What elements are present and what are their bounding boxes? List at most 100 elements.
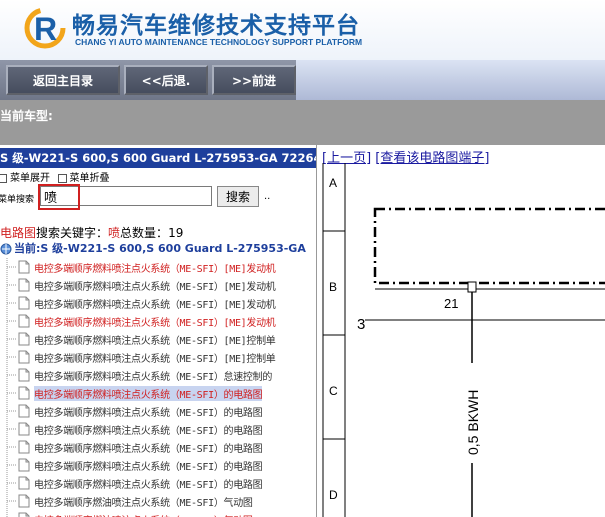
tree-connector — [6, 402, 16, 420]
document-icon — [18, 332, 30, 346]
document-icon — [18, 386, 30, 400]
menu-expand-link[interactable]: 菜单展开 — [10, 173, 50, 184]
row-label-b: B — [329, 280, 337, 294]
tree-connector — [6, 294, 16, 312]
tree-connector — [6, 384, 16, 402]
home-button[interactable]: 返回主目录 — [6, 65, 120, 95]
tree-connector — [6, 312, 16, 330]
tree-root[interactable]: 当前:S 级-W221-S 600,S 600 Guard L-275953-G… — [0, 240, 306, 256]
tree-item-label: 电控多端顺序燃油喷注点火系统（ME-SFI）气动图 — [34, 498, 253, 509]
search-dots: .. — [264, 191, 271, 202]
tree-item-label: 电控多端顺序燃料喷注点火系统（ME-SFI）[ME]控制单 — [34, 354, 276, 365]
tree-connector — [6, 348, 16, 366]
car-model-bar: 当前车型: — [0, 100, 605, 145]
result-mid: 搜索关键字： — [36, 226, 109, 240]
tree-item[interactable]: 电控多端顺序燃料喷注点火系统（ME-SFI）[ME]发动机 — [6, 312, 316, 330]
tree-root-label: 当前:S 级-W221-S 600,S 600 Guard L-275953-G… — [14, 242, 306, 255]
tree-item[interactable]: 电控多端顺序燃料喷注点火系统（ME-SFI）[ME]发动机 — [6, 276, 316, 294]
tree-item[interactable]: 电控多端顺序燃料喷注点火系统（ME-SFI）的电路图 — [6, 402, 316, 420]
document-icon — [18, 458, 30, 472]
tree-connector — [6, 510, 8, 517]
document-icon — [18, 260, 30, 274]
tree-item-label: 电控多端顺序燃料喷注点火系统（ME-SFI）的电路图 — [34, 408, 263, 419]
tree-connector — [6, 456, 16, 474]
nav-bar: 返回主目录 <<后退. >>前进 — [0, 60, 605, 100]
tree-item-label: 电控多端顺序燃料喷注点火系统（ME-SFI）[ME]发动机 — [34, 318, 276, 329]
document-icon — [18, 440, 30, 454]
tree-item-label: 电控多端顺序燃料喷注点火系统（ME-SFI）的电路图 — [34, 462, 263, 473]
document-icon — [18, 512, 30, 517]
logo-icon: R — [24, 7, 66, 49]
tree-connector — [6, 366, 16, 384]
car-model-label: 当前车型: — [0, 109, 53, 123]
tree-item[interactable]: 电控多端顺序燃料喷注点火系统（ME-SFI）[ME]发动机 — [6, 258, 316, 276]
tree-item-label: 电控多端顺序燃料喷注点火系统（ME-SFI）[ME]发动机 — [34, 300, 276, 311]
wire-label: 0,5 BKWH — [465, 390, 481, 455]
nav-bar-fill — [296, 60, 605, 100]
tree-connector — [6, 474, 16, 492]
header: R 畅易汽车维修技术支持平台 CHANG YI AUTO MAINTENANCE… — [0, 0, 605, 60]
tree-item-label: 电控多端顺序燃料喷注点火系统（ME-SFI）的电路图 — [34, 480, 263, 491]
tree-connector — [6, 420, 16, 438]
tree-item[interactable]: 电控多端顺序燃料喷注点火系统（ME-SFI）[ME]控制单 — [6, 330, 316, 348]
tree-item[interactable]: 电控多端顺序燃料喷注点火系统（ME-SFI）的电路图 — [6, 438, 316, 456]
tree-item-label: 电控多端顺序燃料喷注点火系统（ME-SFI）[ME]发动机 — [34, 282, 276, 293]
globe-icon — [0, 243, 12, 255]
vehicle-title: S 级-W221-S 600,S 600 Guard L-275953-GA 7… — [0, 148, 316, 168]
tree-item-label: 电控多端顺序燃料喷注点火系统（ME-SFI）[ME]发动机 — [34, 264, 276, 275]
row-label-d: D — [329, 488, 338, 502]
result-keyword: 喷 — [108, 226, 121, 240]
menu-collapse-link[interactable]: 菜单折叠 — [70, 173, 110, 184]
tree-item[interactable]: 电控多端顺序燃油喷注点火系统（ME-SFI）气动图 — [6, 492, 316, 510]
left-panel: S 级-W221-S 600,S 600 Guard L-275953-GA 7… — [0, 145, 317, 517]
platform-title: 畅易汽车维修技术支持平台 — [72, 13, 360, 39]
result-count: 19 — [168, 226, 184, 240]
tree-item[interactable]: 电控多端顺序燃料喷注点火系统（ME-SFI）[ME]控制单 — [6, 348, 316, 366]
tree-item[interactable]: 电控多端顺序燃料喷注点火系统（ME-SFI）的电路图 — [6, 384, 316, 402]
document-icon — [18, 296, 30, 310]
tree-item-label: 电控多端顺序燃料喷注点火系统（ME-SFI）的电路图 — [34, 426, 263, 437]
tree-item-label: 电控多端顺序燃料喷注点火系统（ME-SFI）的电路图 — [34, 444, 263, 455]
tree-item-label: 电控多端顺序燃料喷注点火系统（ME-SFI）怠速控制的 — [34, 372, 273, 383]
document-icon — [18, 404, 30, 418]
pin-number: 21 — [444, 296, 458, 311]
platform-subtitle: CHANG YI AUTO MAINTENANCE TECHNOLOGY SUP… — [75, 37, 363, 47]
search-highlight-box — [38, 184, 80, 210]
component-box — [373, 207, 605, 285]
search-result-summary: 电路图搜索关键字：喷总数量：19 — [0, 224, 183, 241]
tree-item[interactable]: 电控多端顺序燃料喷注点火系统（ME-SFI）[ME]发动机 — [6, 294, 316, 312]
back-button[interactable]: <<后退. — [124, 65, 208, 95]
document-icon — [18, 476, 30, 490]
tree-list: 电控多端顺序燃料喷注点火系统（ME-SFI）[ME]发动机 电控多端顺序燃料喷注点… — [6, 258, 316, 517]
tree-item[interactable]: 电控多端顺序燃料喷注点火系统（ME-SFI）怠速控制的 — [6, 366, 316, 384]
tree-connector — [6, 492, 16, 510]
menu-ops: 菜单展开 菜单折叠 — [0, 169, 110, 184]
row-label-c: C — [329, 384, 338, 398]
document-icon — [18, 314, 30, 328]
tree-item[interactable]: 电控多端顺序燃料喷注点火系统（ME-SFI）的电路图 — [6, 474, 316, 492]
document-icon — [18, 350, 30, 364]
wiring-diagram: A B C D 21 3 0,5 BKWH — [322, 163, 605, 517]
tree-item[interactable]: 电控多端顺序燃油喷注点火系统（ME-SFI）气动图 — [6, 510, 316, 517]
search-button[interactable]: 搜索 — [217, 186, 259, 207]
tree-item-label: 电控多端顺序燃油喷注点火系统（ME-SFI）气动图 — [34, 512, 253, 517]
tree-item[interactable]: 电控多端顺序燃料喷注点火系统（ME-SFI）的电路图 — [6, 456, 316, 474]
tree-item-label: 电控多端顺序燃料喷注点火系统（ME-SFI）[ME]控制单 — [34, 336, 276, 347]
node-number: 3 — [357, 316, 365, 333]
tree-item[interactable]: 电控多端顺序燃料喷注点火系统（ME-SFI）的电路图 — [6, 420, 316, 438]
row-label-a: A — [329, 176, 337, 190]
document-icon — [18, 278, 30, 292]
svg-text:R: R — [34, 11, 57, 47]
pin-terminal — [467, 281, 477, 293]
search-row: 菜单搜索 搜索 .. — [0, 184, 316, 210]
tree-connector — [6, 276, 16, 294]
tree-item-label: 电控多端顺序燃料喷注点火系统（ME-SFI）的电路图 — [34, 386, 263, 401]
search-label: 菜单搜索 — [0, 195, 35, 205]
document-icon — [18, 494, 30, 508]
forward-button[interactable]: >>前进 — [212, 65, 296, 95]
expand-icon — [0, 173, 7, 183]
collapse-icon — [57, 173, 67, 183]
right-panel: [上一页] [查看该电路图端子] A B C D 21 3 0,5 BKWH — [317, 145, 605, 517]
document-icon — [18, 422, 30, 436]
document-icon — [18, 368, 30, 382]
